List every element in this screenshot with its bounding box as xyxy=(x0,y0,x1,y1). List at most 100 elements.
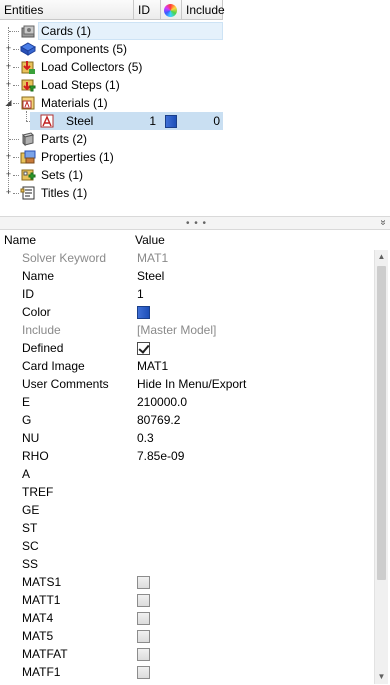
steel-color-swatch[interactable] xyxy=(165,115,177,128)
tree-item-components[interactable]: + Components (5) xyxy=(0,40,390,58)
prop-row-include: Include [Master Model] xyxy=(0,321,374,339)
tree-item-label: Cards (1) xyxy=(38,22,223,40)
prop-row-matf1[interactable]: MATF1 xyxy=(0,663,374,681)
prop-row-e[interactable]: E 210000.0 xyxy=(0,393,374,411)
prop-name: MAT4 xyxy=(22,611,54,625)
prop-value[interactable]: 80769.2 xyxy=(137,411,180,429)
property-grid-scrollbar[interactable]: ▲ ▼ xyxy=(374,250,388,684)
include-column-header[interactable]: Include xyxy=(182,0,225,20)
id-column-header[interactable]: ID xyxy=(134,0,161,20)
tree-connector xyxy=(13,49,19,50)
prop-name: MATFAT xyxy=(22,647,68,661)
color-column-header[interactable] xyxy=(161,0,182,20)
prop-name: GE xyxy=(22,503,40,517)
prop-row-id[interactable]: ID 1 xyxy=(0,285,374,303)
prop-name: A xyxy=(22,467,31,481)
prop-row-rho[interactable]: RHO 7.85e-09 xyxy=(0,447,374,465)
tree-item-load-steps[interactable]: + Load Steps (1) xyxy=(0,76,390,94)
scrollbar-thumb[interactable] xyxy=(377,266,386,580)
color-swatch-button[interactable] xyxy=(137,306,150,319)
expand-plus-icon[interactable]: + xyxy=(4,170,13,179)
collapse-triangle-icon[interactable]: ◢ xyxy=(4,98,13,107)
scroll-down-arrow-icon[interactable]: ▼ xyxy=(375,670,388,684)
prop-value[interactable]: 0.3 xyxy=(137,429,154,447)
prop-row-color[interactable]: Color xyxy=(0,303,374,321)
prop-row-nu[interactable]: NU 0.3 xyxy=(0,429,374,447)
prop-name: Include xyxy=(22,323,61,337)
tree-item-cards[interactable]: Cards (1) xyxy=(0,22,390,40)
prop-name: G xyxy=(22,413,32,427)
tree-column-header: Entities ID Include xyxy=(0,0,225,20)
tree-item-label: Materials (1) xyxy=(41,96,108,110)
prop-row-mat5[interactable]: MAT5 xyxy=(0,627,374,645)
mat5-checkbox[interactable] xyxy=(137,630,150,643)
prop-value[interactable]: Steel xyxy=(137,267,164,285)
prop-name: NU xyxy=(22,431,40,445)
tree-item-steel[interactable]: Steel 1 0 xyxy=(0,112,390,130)
prop-row-mat4[interactable]: MAT4 xyxy=(0,609,374,627)
prop-row-defined[interactable]: Defined xyxy=(0,339,374,357)
prop-row-a[interactable]: A xyxy=(0,465,374,483)
prop-row-mats1[interactable]: MATS1 xyxy=(0,573,374,591)
prop-row-card-image[interactable]: Card Image MAT1 xyxy=(0,357,374,375)
tree-connector xyxy=(13,175,19,176)
prop-name: Solver Keyword xyxy=(22,251,107,265)
prop-value[interactable]: 210000.0 xyxy=(137,393,187,411)
name-column-header: Name xyxy=(4,233,37,247)
mat4-checkbox[interactable] xyxy=(137,612,150,625)
prop-name: MAT5 xyxy=(22,629,54,643)
expand-plus-icon[interactable]: + xyxy=(4,152,13,161)
prop-row-st[interactable]: ST xyxy=(0,519,374,537)
prop-name: Color xyxy=(22,305,51,319)
expand-plus-icon[interactable]: + xyxy=(4,80,13,89)
scroll-up-arrow-icon[interactable]: ▲ xyxy=(375,250,388,264)
tree-connector xyxy=(9,139,19,140)
tree-item-materials[interactable]: ◢ Materials (1) xyxy=(0,94,390,112)
tree-item-load-collectors[interactable]: + Load Collectors (5) xyxy=(0,58,390,76)
property-grid-header: Name Value xyxy=(0,232,374,248)
prop-value[interactable]: Hide In Menu/Export xyxy=(137,375,246,393)
prop-row-user-comments[interactable]: User Comments Hide In Menu/Export xyxy=(0,375,374,393)
prop-row-ss[interactable]: SS xyxy=(0,555,374,573)
prop-value: [Master Model] xyxy=(137,323,217,337)
prop-row-sc[interactable]: SC xyxy=(0,537,374,555)
matfat-checkbox[interactable] xyxy=(137,648,150,661)
value-column-header: Value xyxy=(135,233,165,247)
color-wheel-icon xyxy=(164,4,177,17)
tree-connector xyxy=(13,85,19,86)
matt1-checkbox[interactable] xyxy=(137,594,150,607)
expand-plus-icon[interactable]: + xyxy=(4,188,13,197)
prop-row-tref[interactable]: TREF xyxy=(0,483,374,501)
defined-checkbox[interactable] xyxy=(137,342,150,355)
prop-name: SC xyxy=(22,539,39,553)
tree-item-label: Load Collectors (5) xyxy=(41,60,143,74)
prop-row-matt1[interactable]: MATT1 xyxy=(0,591,374,609)
prop-name: RHO xyxy=(22,449,49,463)
prop-row-ge[interactable]: GE xyxy=(0,501,374,519)
prop-row-matfat[interactable]: MATFAT xyxy=(0,645,374,663)
tree-item-label: Properties (1) xyxy=(41,150,114,164)
tree-item-label: Steel xyxy=(66,114,94,128)
components-icon xyxy=(19,41,37,57)
expand-plus-icon[interactable]: + xyxy=(4,44,13,53)
tree-item-titles[interactable]: + Titles (1) xyxy=(0,184,390,202)
tree-connector xyxy=(13,157,19,158)
panel-splitter[interactable]: • • • » xyxy=(0,217,390,230)
steel-include-cell: 0 xyxy=(213,114,220,128)
prop-row-g[interactable]: G 80769.2 xyxy=(0,411,374,429)
tree-item-properties[interactable]: + Properties (1) xyxy=(0,148,390,166)
tree-item-label: Load Steps (1) xyxy=(41,78,120,92)
tree-item-parts[interactable]: Parts (2) xyxy=(0,130,390,148)
matf1-checkbox[interactable] xyxy=(137,666,150,679)
expand-plus-icon[interactable]: + xyxy=(4,62,13,71)
collapse-chevron-icon[interactable]: » xyxy=(378,220,389,226)
tree-item-label: Parts (2) xyxy=(41,132,88,146)
prop-value[interactable]: 7.85e-09 xyxy=(137,447,184,465)
prop-value[interactable]: 1 xyxy=(137,285,144,303)
mats1-checkbox[interactable] xyxy=(137,576,150,589)
tree-item-label: Titles (1) xyxy=(41,186,88,200)
prop-value[interactable]: MAT1 xyxy=(137,357,168,375)
entities-column-header[interactable]: Entities xyxy=(0,0,134,20)
tree-item-sets[interactable]: + Sets (1) xyxy=(0,166,390,184)
prop-row-name[interactable]: Name Steel xyxy=(0,267,374,285)
